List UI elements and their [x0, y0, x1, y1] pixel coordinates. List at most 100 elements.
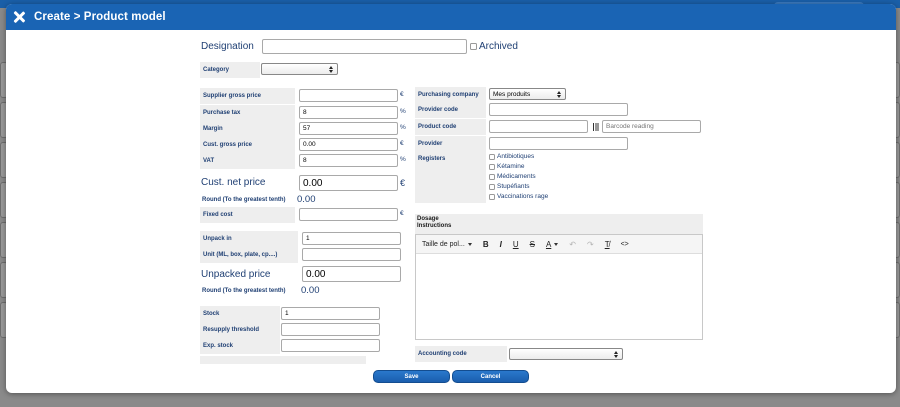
checkbox-box[interactable] [489, 163, 495, 170]
italic-button[interactable]: I [500, 240, 502, 249]
product-code-label: Product code [415, 119, 486, 135]
bold-button[interactable]: B [483, 240, 489, 249]
provider-code-input[interactable] [489, 103, 628, 116]
text-color-dropdown[interactable]: A [545, 239, 559, 249]
registers-label: Registers [415, 152, 486, 203]
register-label: Antibiotiques [497, 153, 535, 160]
dosage-label-line2: Instructions [417, 223, 452, 229]
accounting-code-label: Accounting code [415, 346, 507, 362]
provider-input[interactable] [489, 137, 628, 150]
fixed-cost-input[interactable] [299, 208, 398, 221]
code-view-icon[interactable]: <> [621, 241, 629, 248]
stock-label: Stock [200, 306, 280, 322]
supplier-gross-price-unit: € [400, 91, 404, 98]
font-size-label: Taille de pol... [422, 240, 465, 248]
supplier-gross-price-input[interactable] [299, 89, 398, 102]
dosage-label-line1: Dosage [417, 216, 439, 222]
dialog-title: Create > Product model [34, 11, 166, 23]
margin-unit: % [400, 124, 406, 131]
checkbox-box[interactable] [489, 153, 495, 160]
exp-stock-input[interactable] [281, 339, 380, 352]
cancel-button[interactable]: Cancel [452, 370, 529, 383]
category-label: Category [200, 62, 260, 78]
purchase-tax-label: Purchase tax [200, 105, 295, 121]
barcode-icon [593, 123, 600, 131]
round-value-1: 0.00 [297, 194, 316, 205]
chevron-down-icon [467, 242, 472, 246]
unpack-in-input[interactable] [302, 232, 401, 245]
unpack-in-label: Unpack in [200, 231, 298, 247]
stock-input[interactable] [281, 307, 380, 320]
checkbox-box[interactable] [489, 173, 495, 180]
register-label: Vaccinations rage [497, 193, 549, 200]
save-button[interactable]: Save [373, 370, 450, 383]
unit-input[interactable] [302, 248, 401, 261]
register-checkbox-antibiotiques[interactable]: Antibiotiques [489, 153, 534, 160]
register-checkbox-stupefiants[interactable]: Stupéfiants [489, 183, 530, 190]
text-color-icon: A [545, 239, 552, 249]
vat-input[interactable] [299, 154, 398, 167]
exp-stock-label: Exp. stock [200, 338, 280, 354]
archived-label: Archived [479, 41, 518, 52]
stock-footer-strip [200, 356, 366, 364]
vat-unit: % [400, 156, 406, 163]
round-label-2: Round (To the greatest tenth) [202, 288, 286, 294]
unpacked-price-input[interactable] [302, 266, 401, 282]
margin-label: Margin [200, 121, 295, 137]
undo-icon[interactable]: ↶ [569, 240, 576, 249]
fixed-cost-unit: € [400, 210, 404, 217]
vat-label: VAT [200, 153, 295, 169]
register-checkbox-vaccinations-rage[interactable]: Vaccinations rage [489, 193, 548, 200]
strikethrough-button[interactable]: S [530, 240, 535, 249]
barcode-reading-input[interactable] [602, 120, 701, 133]
underline-button[interactable]: U [513, 240, 519, 249]
editor-toolbar: Taille de pol... B I U S A ↶ ↷ T̸ <> [416, 235, 702, 254]
category-select[interactable] [261, 63, 338, 75]
cust-gross-price-unit: € [400, 140, 404, 147]
purchase-tax-unit: % [400, 108, 406, 115]
dosage-editor[interactable]: Taille de pol... B I U S A ↶ ↷ T̸ <> [415, 234, 703, 340]
select-arrows-icon [557, 90, 562, 99]
select-arrows-icon [329, 65, 334, 74]
register-checkbox-ketamine[interactable]: Kétamine [489, 163, 524, 170]
font-size-dropdown[interactable]: Taille de pol... [422, 241, 472, 248]
designation-input[interactable] [262, 39, 467, 54]
cust-gross-price-label: Cust. gross price [200, 137, 295, 153]
purchase-tax-input[interactable] [299, 106, 398, 119]
margin-input[interactable] [299, 122, 398, 135]
register-label: Kétamine [497, 163, 525, 170]
select-arrows-icon [614, 350, 619, 359]
unit-label: Unit (ML, box, plate, cp....) [200, 247, 298, 263]
archived-checkbox-box[interactable] [470, 43, 477, 50]
checkbox-box[interactable] [489, 183, 495, 190]
checkbox-box[interactable] [489, 193, 495, 200]
fixed-cost-label: Fixed cost [200, 207, 295, 223]
cust-net-price-label: Cust. net price [201, 177, 266, 188]
round-value-2: 0.00 [301, 285, 320, 296]
clear-format-icon[interactable]: T̸ [605, 240, 610, 249]
provider-code-label: Provider code [415, 102, 486, 118]
unpacked-price-label: Unpacked price [201, 269, 271, 280]
round-label-1: Round (To the greatest tenth) [202, 197, 286, 203]
dosage-instructions-label: Dosage Instructions [415, 214, 703, 234]
resupply-threshold-label: Resupply threshold [200, 322, 280, 338]
register-label: Médicaments [497, 173, 536, 180]
purchasing-company-select[interactable]: Mes produits [489, 88, 566, 100]
product-code-input[interactable] [489, 120, 588, 133]
accounting-code-select[interactable] [509, 348, 623, 360]
redo-icon[interactable]: ↷ [587, 240, 594, 249]
archived-checkbox[interactable]: Archived [470, 41, 518, 52]
cust-gross-price-input[interactable] [299, 138, 398, 151]
chevron-down-icon [554, 242, 559, 246]
dialog-body: Designation Archived Category Supplier g… [6, 30, 896, 393]
resupply-threshold-input[interactable] [281, 323, 380, 336]
cust-net-price-input[interactable] [299, 175, 398, 191]
designation-label: Designation [201, 41, 254, 52]
close-icon[interactable] [13, 11, 25, 23]
provider-label: Provider [415, 136, 486, 152]
cust-net-price-unit: € [400, 178, 406, 188]
register-checkbox-medicaments[interactable]: Médicaments [489, 173, 536, 180]
purchasing-company-label: Purchasing company [415, 87, 486, 103]
register-label: Stupéfiants [497, 183, 530, 190]
purchasing-company-selected: Mes produits [493, 90, 531, 98]
